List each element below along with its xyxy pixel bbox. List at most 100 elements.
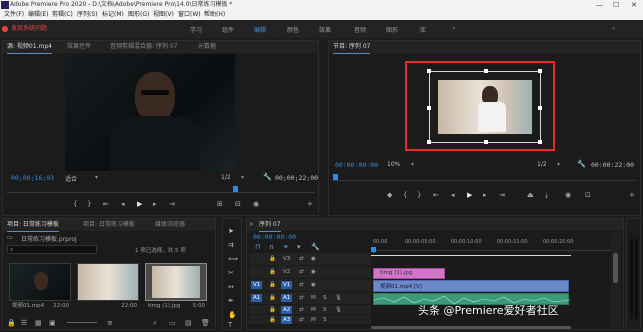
source-fit-dropdown[interactable]: 适合 [65,174,77,183]
program-go-to-out-icon[interactable]: ⇥ [499,191,505,199]
linked-selection-icon[interactable]: ⚭ [283,243,289,251]
source-playhead[interactable] [233,186,238,192]
program-play-icon[interactable]: ▶ [467,191,472,199]
workspace-learn[interactable]: 学习 [190,25,202,34]
go-to-out-icon[interactable]: ⇥ [169,200,175,208]
icon-view-icon[interactable]: ▦ [35,319,42,327]
menu-graphics[interactable]: 图形(G) [128,10,149,20]
handle-top-left[interactable] [427,69,431,73]
source-timeline-ruler[interactable] [7,185,314,193]
program-wrench-icon[interactable]: 🔧 [577,160,586,168]
mute-icon[interactable]: M [311,295,316,301]
program-timecode-current[interactable]: 00:00:00:00 [335,161,378,169]
menu-help[interactable]: 帮助(H) [204,10,225,20]
eye-icon[interactable]: ◉ [311,269,316,275]
export-frame-icon[interactable]: ◉ [253,200,259,208]
handle-top[interactable] [484,69,488,73]
sync-lock-icon[interactable]: ⇄ [299,295,304,301]
sync-lock-icon[interactable]: ⇄ [299,256,304,262]
lock-track-icon[interactable]: 🔒 [269,282,276,288]
lock-track-icon[interactable]: 🔒 [269,307,276,313]
handle-right[interactable] [538,106,542,110]
freeform-view-icon[interactable]: ▣ [49,319,56,327]
handle-left[interactable] [427,106,431,110]
lift-icon[interactable]: ⏏ [527,191,534,199]
step-back-icon[interactable]: ◂ [121,200,125,208]
wrench-icon[interactable]: 🔧 [263,173,272,181]
track-label[interactable]: A3 [281,316,293,324]
lock-track-icon[interactable]: 🔒 [269,317,276,323]
lock-track-icon[interactable]: 🔒 [269,256,276,262]
mark-in-icon[interactable]: { [73,200,77,208]
program-step-back-icon[interactable]: ◂ [451,191,455,199]
timeline-timecode[interactable]: 00:00:00:00 [253,233,296,241]
hscroll-thumb[interactable] [371,326,571,329]
sync-lock-icon[interactable]: ⇄ [299,317,304,323]
mic-icon[interactable]: 🎙 [335,295,342,301]
program-export-frame-icon[interactable]: ◉ [565,191,571,199]
handle-bottom-left[interactable] [427,140,431,144]
type-tool-icon[interactable]: T [228,321,232,329]
handle-bottom-right[interactable] [538,140,542,144]
tab-project[interactable]: 项目: 日常练习模板 [7,219,59,232]
nest-icon[interactable]: ⊓ [255,243,260,251]
timeline-wrench-icon[interactable]: 🔧 [311,243,320,251]
timeline-ruler[interactable]: 00:00 00:00:05:00 00:00:10:00 00:00:15:0… [371,233,611,252]
track-label[interactable]: V3 [283,256,290,262]
tab-project-2[interactable]: 项目: 日常练习模板 [83,219,135,231]
mute-icon[interactable]: M [311,317,316,323]
workspace-libraries[interactable]: 库 [420,25,426,34]
program-go-to-in-icon[interactable]: ⇤ [433,191,439,199]
lock-icon[interactable]: 🔒 [7,319,16,327]
lock-track-icon[interactable]: 🔒 [269,295,276,301]
tab-audio-clip-mixer[interactable]: 音频剪辑混合器: 序列 07 [110,41,177,53]
menu-window[interactable]: 窗口(W) [178,10,201,20]
workspace-editing[interactable]: 编辑 [254,25,266,34]
more-workspaces-icon[interactable]: » [452,25,456,32]
solo-icon[interactable]: S [323,317,327,323]
step-forward-icon[interactable]: ▸ [153,200,157,208]
overwrite-icon[interactable]: ⊟ [235,200,241,208]
scroll-thumb[interactable] [613,253,618,283]
hand-tool-icon[interactable]: ✋ [228,311,237,319]
extract-icon[interactable]: ⤓ [545,191,548,199]
pen-tool-icon[interactable]: ✒ [228,297,234,305]
maximize-button[interactable]: ☐ [613,0,619,10]
workspace-effects[interactable]: 效果 [319,25,331,34]
tab-source[interactable]: 源: 视频01.mp4 [7,41,52,54]
play-icon[interactable]: ▶ [137,200,142,208]
sort-icon[interactable]: ≡ [107,319,113,327]
tab-effect-controls[interactable]: 效果控件 [67,41,91,53]
new-bin-icon[interactable]: ▭ [169,319,176,327]
timeline-scrollbar-horizontal[interactable] [371,325,611,330]
program-step-forward-icon[interactable]: ▸ [483,191,487,199]
menu-edit[interactable]: 编辑(E) [28,10,48,20]
solo-icon[interactable]: S [323,295,327,301]
project-item-selected[interactable]: timg (1).jpg 5:00 [145,263,207,309]
eye-icon[interactable]: ◉ [311,256,316,262]
source-timecode-current[interactable]: 00;00;16;03 [11,174,54,182]
razor-tool-icon[interactable]: ✂ [228,269,234,277]
zoom-slider[interactable] [67,322,97,323]
go-to-in-icon[interactable]: ⇤ [103,200,109,208]
workspace-assembly[interactable]: 组件 [222,25,234,34]
sync-lock-icon[interactable]: ⇄ [299,307,304,313]
workspace-graphics[interactable]: 图形 [386,25,398,34]
program-resolution-dropdown[interactable]: 1/2 [537,161,547,168]
clip-video01[interactable]: 视频01.mp4 [V] [373,280,569,292]
system-warning[interactable]: 发现系统问题 [2,21,122,37]
eye-icon[interactable]: ◉ [311,282,316,288]
menu-sequence[interactable]: 序列(S) [77,10,98,20]
track-select-tool-icon[interactable]: ⇉ [228,241,234,249]
handle-bottom[interactable] [484,140,488,144]
clip-timg[interactable]: timg (1).jpg [373,268,445,279]
clear-icon[interactable]: 🗑 [201,319,210,327]
program-add-button-icon[interactable]: + [629,191,635,199]
mic-icon[interactable]: 🎙 [335,307,342,313]
mute-icon[interactable]: M [311,307,316,313]
add-marker-icon[interactable]: ▾ [297,243,301,251]
tab-program[interactable]: 节目: 序列 07 [333,41,371,54]
lock-track-icon[interactable]: 🔒 [269,269,276,275]
selection-tool-icon[interactable]: ➤ [228,227,234,235]
program-playhead[interactable] [333,174,338,180]
